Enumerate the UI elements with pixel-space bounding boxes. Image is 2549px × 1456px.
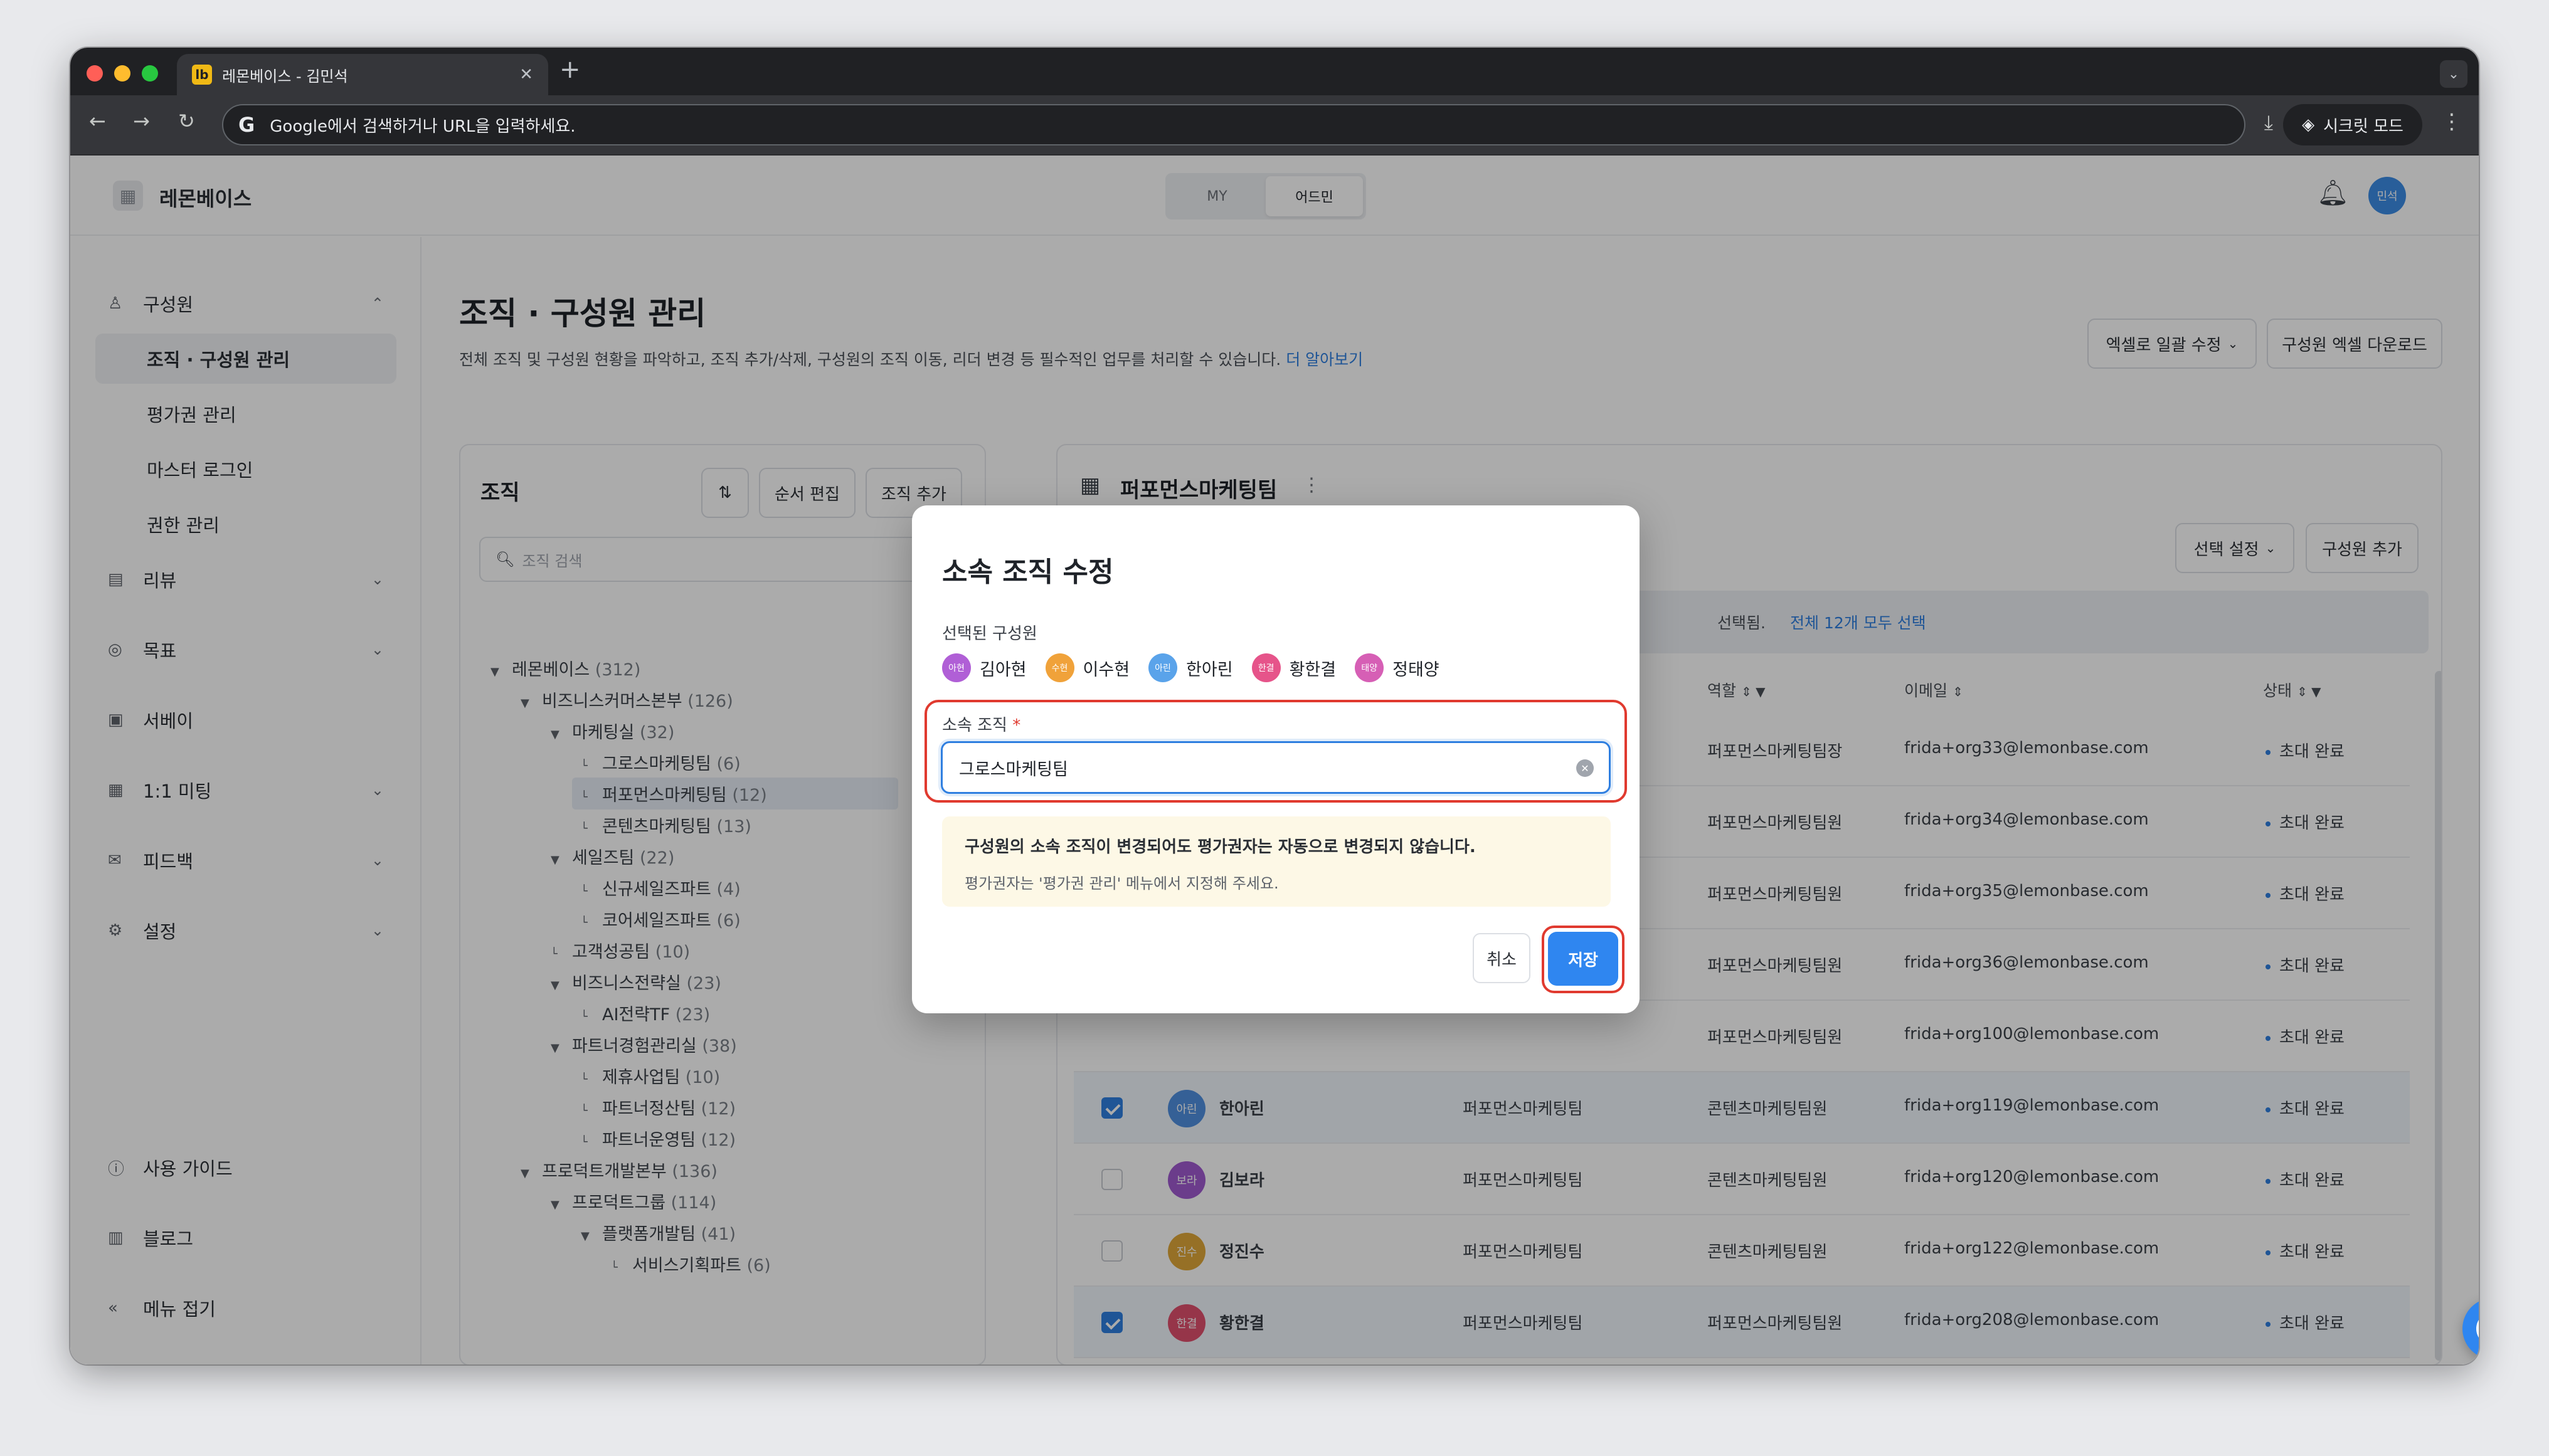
- chip-name: 정태양: [1392, 660, 1439, 680]
- close-tab-icon[interactable]: ✕: [519, 65, 533, 84]
- chip-avatar: 수현: [1045, 653, 1074, 682]
- incognito-label: 시크릿 모드: [2323, 117, 2403, 136]
- chip-name: 황한결: [1289, 660, 1337, 680]
- address-bar[interactable]: G Google에서 검색하거나 URL을 입력하세요.: [222, 104, 2245, 145]
- notice-box: 구성원의 소속 조직이 변경되어도 평가권자는 자동으로 변경되지 않습니다. …: [942, 816, 1611, 907]
- minimize-window-button[interactable]: [114, 65, 130, 82]
- modal-title: 소속 조직 수정: [942, 556, 1114, 588]
- browser-window: lb 레몬베이스 - 김민석 ✕ + ⌄ ← → ↻ G Google에서 검색…: [70, 48, 2479, 1364]
- browser-tab[interactable]: lb 레몬베이스 - 김민석 ✕: [177, 54, 548, 95]
- member-chip: 태양 정태양: [1355, 653, 1439, 682]
- chip-avatar: 태양: [1355, 653, 1384, 682]
- member-chip: 수현 이수현: [1045, 653, 1130, 682]
- back-icon[interactable]: ←: [89, 109, 106, 133]
- org-select-value: 그로스마케팅팀: [959, 759, 1068, 779]
- incognito-icon: ◈: [2302, 115, 2315, 134]
- member-chip: 아린 한아린: [1148, 653, 1233, 682]
- browser-menu-icon[interactable]: ⋮: [2441, 109, 2462, 134]
- google-icon: G: [238, 113, 255, 137]
- browser-toolbar: ← → ↻ G Google에서 검색하거나 URL을 입력하세요. ⤓ ◈ 시…: [70, 95, 2479, 156]
- cancel-button[interactable]: 취소: [1473, 933, 1530, 983]
- chip-avatar: 한결: [1251, 653, 1281, 682]
- tab-title: 레몬베이스 - 김민석: [222, 67, 348, 85]
- incognito-button[interactable]: ◈ 시크릿 모드: [2283, 104, 2422, 145]
- new-tab-icon[interactable]: +: [559, 55, 581, 84]
- org-field-label: 소속 조직 *: [942, 712, 1020, 736]
- member-chip: 아현 김아현: [942, 653, 1027, 682]
- question-icon: ?: [2476, 1312, 2479, 1346]
- notice-body: 평가권자는 '평가권 관리' 메뉴에서 지정해 주세요.: [965, 875, 1279, 892]
- tab-search-icon[interactable]: ⌄: [2440, 60, 2467, 88]
- forward-icon[interactable]: →: [133, 109, 150, 133]
- save-button[interactable]: 저장: [1548, 932, 1618, 986]
- required-mark: *: [1012, 716, 1021, 735]
- chip-avatar: 아현: [942, 653, 971, 682]
- clear-icon[interactable]: ✕: [1576, 759, 1594, 777]
- download-icon[interactable]: ⤓: [2264, 110, 2273, 135]
- member-chip: 한결 황한결: [1251, 653, 1337, 682]
- edit-org-modal: 소속 조직 수정 선택된 구성원 아현 김아현 수현 이수현 아린 한아린 한결 황한결 태양 정…: [912, 505, 1640, 1013]
- selected-members: 아현 김아현 수현 이수현 아린 한아린 한결 황한결 태양 정태양: [942, 653, 1458, 682]
- maximize-window-button[interactable]: [142, 65, 158, 82]
- close-window-button[interactable]: [87, 65, 103, 82]
- address-placeholder: Google에서 검색하거나 URL을 입력하세요.: [270, 117, 576, 136]
- org-select-input[interactable]: 그로스마케팅팀 ✕: [941, 741, 1611, 794]
- notice-title: 구성원의 소속 조직이 변경되어도 평가권자는 자동으로 변경되지 않습니다.: [965, 838, 1476, 857]
- chip-name: 한아린: [1186, 660, 1233, 680]
- reload-icon[interactable]: ↻: [178, 109, 195, 133]
- chip-name: 김아현: [980, 660, 1027, 680]
- tab-bar: lb 레몬베이스 - 김민석 ✕ + ⌄: [70, 48, 2479, 95]
- selected-members-label: 선택된 구성원: [942, 625, 1037, 643]
- chip-avatar: 아린: [1148, 653, 1178, 682]
- org-field-label-text: 소속 조직: [942, 716, 1007, 735]
- favicon-icon: lb: [192, 65, 212, 85]
- chip-name: 이수현: [1083, 660, 1130, 680]
